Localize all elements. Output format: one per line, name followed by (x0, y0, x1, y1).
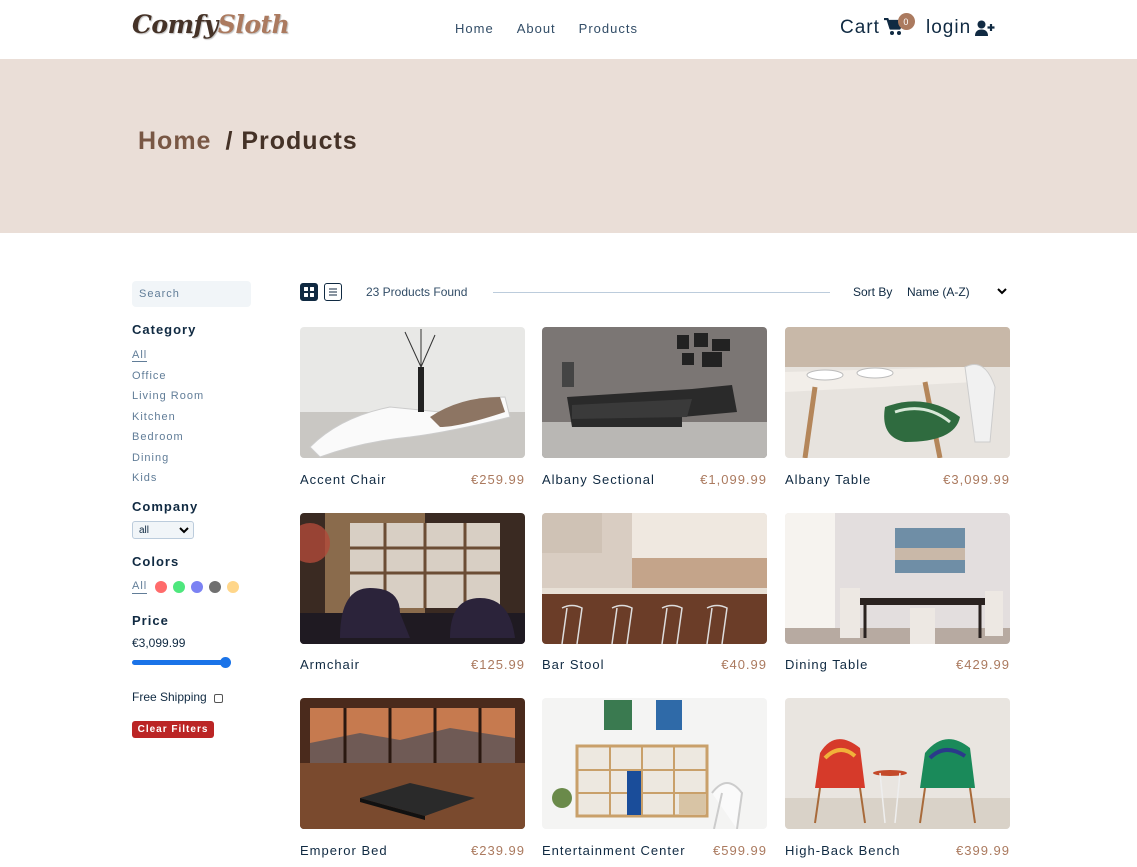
product-name: Bar Stool (542, 657, 605, 672)
product-name: Albany Table (785, 472, 872, 487)
category-all[interactable]: All (132, 348, 148, 362)
nav-link-home[interactable]: Home (455, 21, 494, 36)
product-image-albany-table[interactable] (785, 327, 1010, 458)
cart-icon: 0 (883, 13, 915, 38)
product-price: €3,099.99 (943, 472, 1010, 487)
list-view-button[interactable] (324, 283, 342, 301)
company-select-value: all (139, 524, 150, 536)
product-price: €239.99 (471, 843, 525, 858)
product-card[interactable]: Albany Sectional €1,099.99 (542, 327, 767, 487)
price-slider-thumb[interactable] (220, 657, 231, 668)
breadcrumb-current: / Products (225, 127, 358, 155)
sort-select[interactable]: Name (A-Z) (907, 285, 1007, 299)
product-name: Dining Table (785, 657, 869, 672)
free-shipping-filter: Free Shipping (132, 690, 223, 704)
product-card[interactable]: Armchair €125.99 (300, 513, 525, 672)
color-swatch-yellow[interactable] (227, 581, 240, 593)
product-name: High-Back Bench (785, 843, 901, 858)
category-kids[interactable]: Kids (132, 471, 204, 492)
product-card[interactable]: Emperor Bed €239.99 (300, 698, 525, 858)
product-price: €125.99 (471, 657, 525, 672)
product-image-armchair[interactable] (300, 513, 525, 644)
product-card[interactable]: Albany Table €3,099.99 (785, 327, 1010, 487)
product-image-entertainment-center[interactable] (542, 698, 767, 829)
product-name: Emperor Bed (300, 843, 388, 858)
color-swatch-gray[interactable] (209, 581, 222, 593)
clear-filters-button[interactable]: Clear Filters (132, 721, 214, 738)
product-image-dining-table[interactable] (785, 513, 1010, 644)
category-list: All Office Living Room Kitchen Bedroom D… (132, 345, 204, 492)
navbar: ComfySloth Home About Products Cart 0 lo… (0, 0, 1137, 59)
logo-text-comfy: Comfy (132, 10, 218, 39)
breadcrumb-home-link[interactable]: Home (138, 127, 211, 155)
nav-link-products[interactable]: Products (579, 21, 638, 36)
login-label: login (926, 17, 972, 38)
grid-view-button[interactable] (300, 283, 318, 301)
product-image-albany-sectional[interactable] (542, 327, 767, 458)
logo-text-sloth: Sloth (217, 10, 290, 39)
product-image-accent-chair[interactable] (300, 327, 525, 458)
nav-links: Home About Products (455, 21, 638, 36)
price-value: €3,099.99 (132, 636, 186, 650)
product-name: Entertainment Center (542, 843, 686, 858)
login-button[interactable]: login (926, 17, 995, 39)
grid-icon (304, 287, 314, 297)
breadcrumb: Home / Products (138, 127, 358, 156)
price-title: Price (132, 613, 169, 628)
category-dining[interactable]: Dining (132, 451, 204, 472)
product-price: €599.99 (713, 843, 767, 858)
sort-label: Sort By (853, 285, 893, 299)
product-price: €429.99 (956, 657, 1010, 672)
chevron-down-icon (997, 288, 1007, 295)
cart-label: Cart (840, 17, 880, 38)
price-slider[interactable] (132, 657, 231, 668)
product-card[interactable]: High-Back Bench €399.99 (785, 698, 1010, 858)
category-living-room[interactable]: Living Room (132, 389, 204, 410)
product-image-bar-stool[interactable] (542, 513, 767, 644)
color-swatch-blue[interactable] (191, 581, 204, 593)
product-name: Albany Sectional (542, 472, 655, 487)
company-title: Company (132, 499, 199, 514)
product-card[interactable]: Accent Chair €259.99 (300, 327, 525, 487)
product-price: €259.99 (471, 472, 525, 487)
toolbar-divider (493, 292, 830, 293)
product-price: €399.99 (956, 843, 1010, 858)
product-price: €1,099.99 (700, 472, 767, 487)
products-found-count: 23 Products Found (366, 285, 468, 299)
cart-count-badge: 0 (897, 13, 915, 30)
product-name: Armchair (300, 657, 361, 672)
free-shipping-label: Free Shipping (132, 690, 207, 704)
category-office[interactable]: Office (132, 369, 204, 390)
page-hero: Home / Products (0, 59, 1137, 233)
list-icon (329, 288, 337, 296)
product-card[interactable]: Entertainment Center €599.99 (542, 698, 767, 858)
color-swatch-green[interactable] (173, 581, 186, 593)
product-card[interactable]: Bar Stool €40.99 (542, 513, 767, 672)
sort-select-value: Name (A-Z) (907, 285, 970, 299)
chevron-down-icon (179, 526, 189, 533)
color-filter: All (132, 580, 240, 594)
product-card[interactable]: Dining Table €429.99 (785, 513, 1010, 672)
cart-button[interactable]: Cart 0 (840, 13, 915, 39)
logo[interactable]: ComfySloth (132, 10, 290, 39)
free-shipping-checkbox[interactable] (213, 693, 223, 703)
category-title: Category (132, 322, 197, 337)
product-image-high-back-bench[interactable] (785, 698, 1010, 829)
nav-link-about[interactable]: About (517, 21, 556, 36)
color-swatch-red[interactable] (155, 581, 168, 593)
user-plus-icon (975, 20, 995, 36)
product-name: Accent Chair (300, 472, 387, 487)
category-bedroom[interactable]: Bedroom (132, 430, 204, 451)
company-select[interactable]: all (132, 521, 194, 539)
category-kitchen[interactable]: Kitchen (132, 410, 204, 431)
colors-title: Colors (132, 554, 180, 569)
product-image-emperor-bed[interactable] (300, 698, 525, 829)
product-price: €40.99 (721, 657, 767, 672)
color-all-button[interactable]: All (132, 580, 148, 594)
search-input[interactable] (132, 281, 251, 307)
